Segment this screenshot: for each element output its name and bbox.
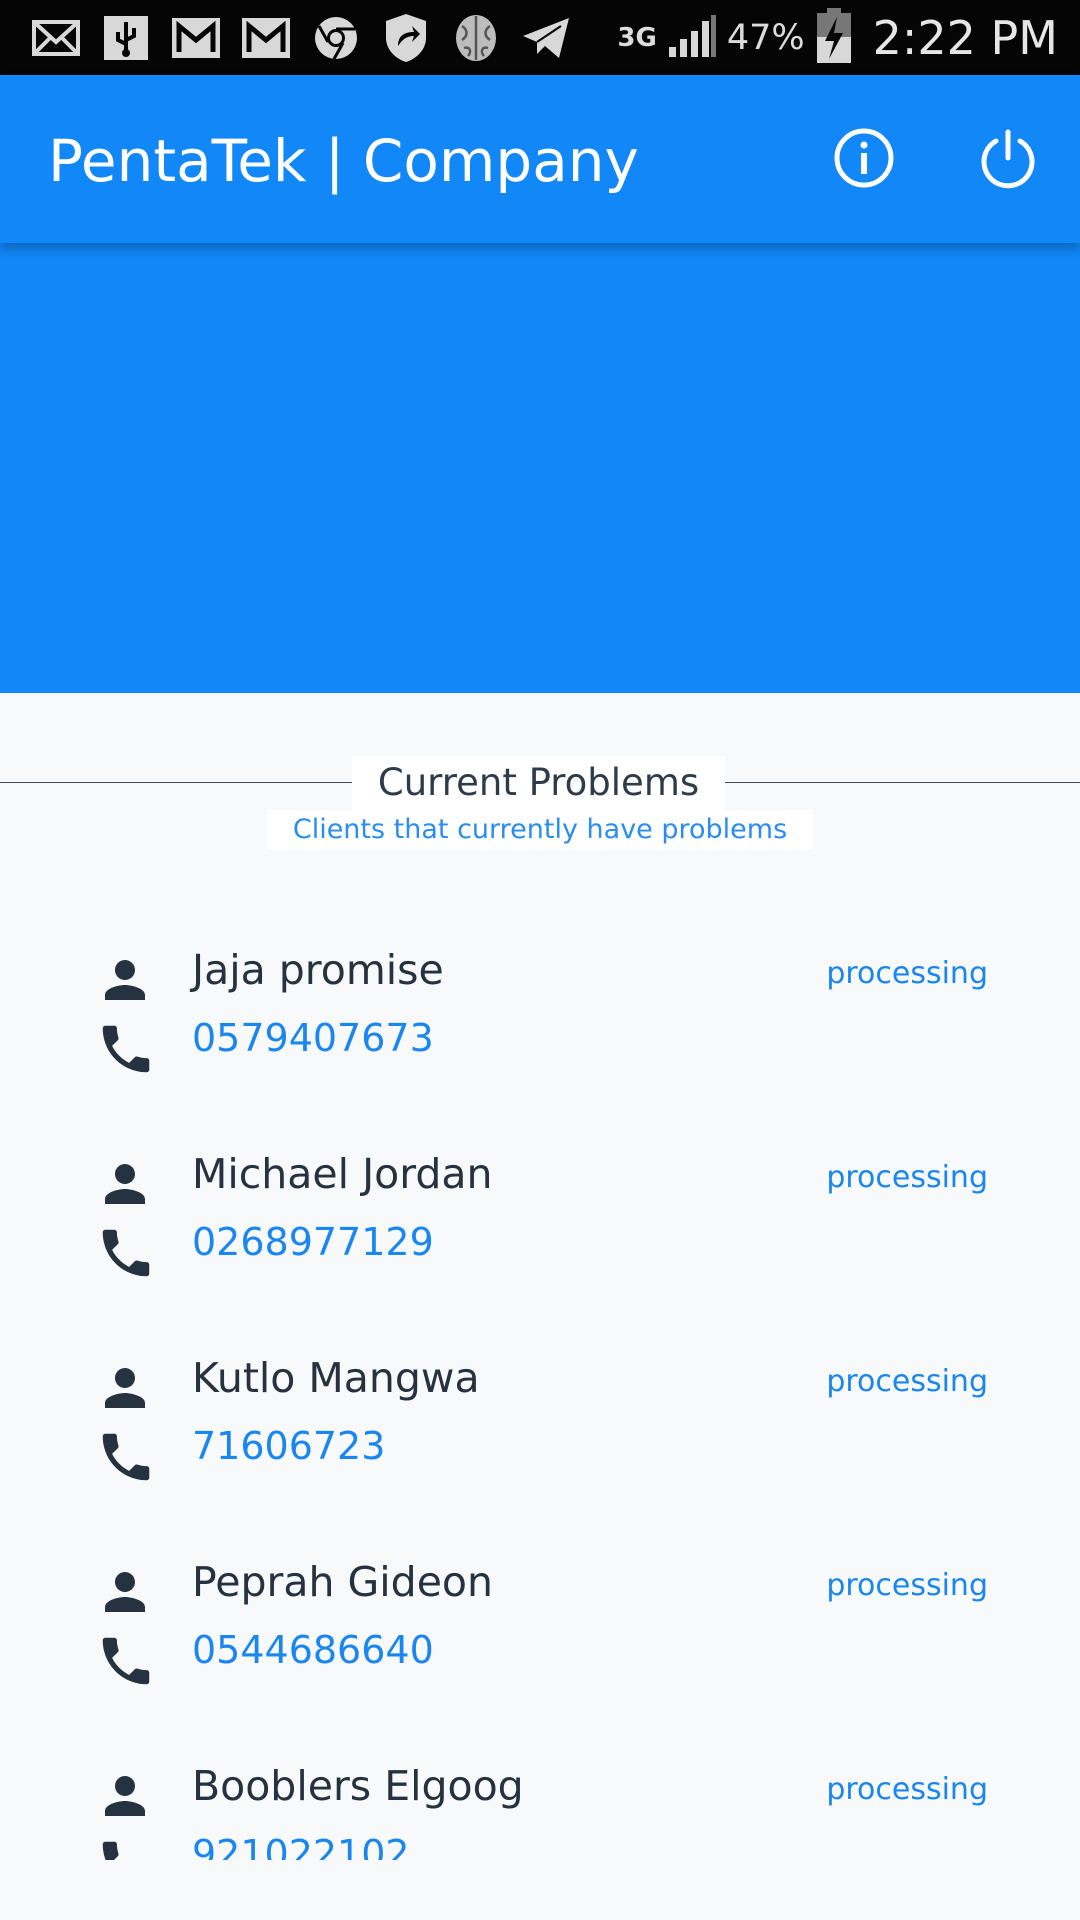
client-name: Booblers Elgoog xyxy=(192,1762,524,1810)
person-icon xyxy=(105,960,145,1000)
battery-charging-icon xyxy=(815,7,853,69)
logout-button[interactable] xyxy=(973,123,1043,193)
status-label: processing xyxy=(826,1772,988,1807)
person-icon xyxy=(105,1164,145,1204)
info-button[interactable] xyxy=(829,123,899,193)
status-label: processing xyxy=(826,1160,988,1195)
info-icon xyxy=(834,128,894,188)
system-status: 3G 47% 2:22 PM xyxy=(617,8,1058,68)
person-icon xyxy=(105,1776,145,1816)
power-icon xyxy=(981,129,1035,189)
telegram-icon xyxy=(518,12,574,64)
signal-icon xyxy=(667,13,717,63)
gmail-icon xyxy=(238,12,294,64)
app-title: PentaTek | Company xyxy=(48,127,639,195)
section-subtitle: Clients that currently have problems xyxy=(267,810,813,850)
client-phone[interactable]: 0268977129 xyxy=(192,1220,434,1264)
section-title: Current Problems xyxy=(352,756,725,810)
client-name: Peprah Gideon xyxy=(192,1558,493,1606)
status-bar: 3G 47% 2:22 PM xyxy=(0,0,1080,75)
list-item[interactable]: Jaja promise 0579407673 processing xyxy=(0,920,1080,1124)
list-item[interactable]: Peprah Gideon 0544686640 processing xyxy=(0,1532,1080,1736)
status-label: processing xyxy=(826,956,988,991)
usb-icon xyxy=(98,12,154,64)
mail-icon xyxy=(28,12,84,64)
header-banner xyxy=(0,243,1080,693)
phone-icon xyxy=(102,1433,150,1481)
status-label: processing xyxy=(826,1568,988,1603)
list-item[interactable]: Michael Jordan 0268977129 processing xyxy=(0,1124,1080,1328)
client-phone[interactable]: 0544686640 xyxy=(192,1628,434,1672)
phone-icon xyxy=(102,1229,150,1277)
phone-icon xyxy=(102,1637,150,1685)
clock: 2:22 PM xyxy=(872,11,1058,65)
gmail-icon xyxy=(168,12,224,64)
brain-icon xyxy=(448,12,504,64)
phone-icon xyxy=(102,1025,150,1073)
client-name: Kutlo Mangwa xyxy=(192,1354,480,1402)
phone-icon xyxy=(102,1841,119,1860)
client-phone[interactable]: 921022102 xyxy=(192,1832,410,1860)
client-list: Jaja promise 0579407673 processing Micha… xyxy=(0,920,1080,1860)
list-item[interactable]: Booblers Elgoog 921022102 processing xyxy=(0,1736,1080,1860)
client-name: Jaja promise xyxy=(192,946,444,994)
network-type: 3G xyxy=(617,23,657,53)
client-name: Michael Jordan xyxy=(192,1150,493,1198)
person-icon xyxy=(105,1572,145,1612)
notification-icons xyxy=(28,12,574,64)
client-phone[interactable]: 0579407673 xyxy=(192,1016,434,1060)
battery-percent: 47% xyxy=(726,18,805,58)
vpn-shield-icon xyxy=(378,12,434,64)
person-icon xyxy=(105,1368,145,1408)
client-phone[interactable]: 71606723 xyxy=(192,1424,385,1468)
chrome-icon xyxy=(308,12,364,64)
app-bar: PentaTek | Company xyxy=(0,75,1080,243)
status-label: processing xyxy=(826,1364,988,1399)
list-item[interactable]: Kutlo Mangwa 71606723 processing xyxy=(0,1328,1080,1532)
